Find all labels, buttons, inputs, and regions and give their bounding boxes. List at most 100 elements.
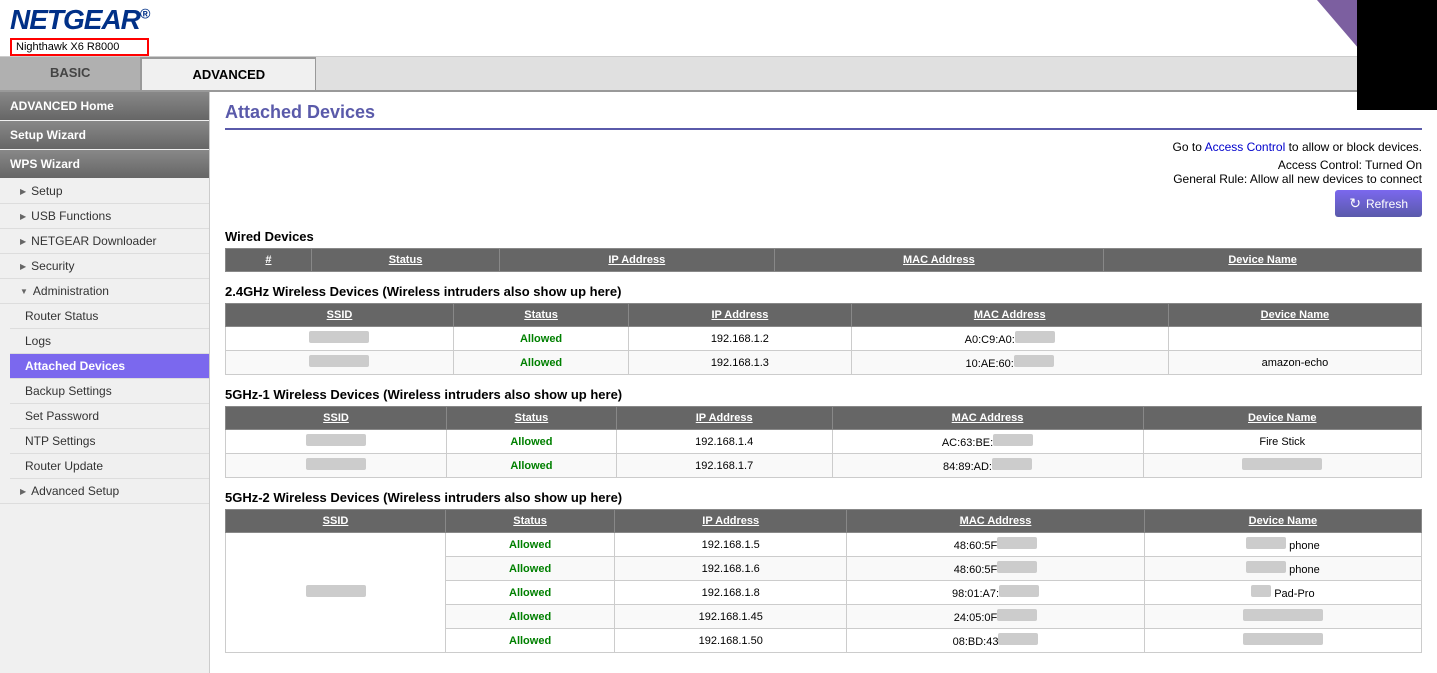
access-control-link[interactable]: Access Control [1205, 140, 1286, 154]
model-name: Nighthawk X6 R8000 [10, 38, 149, 56]
5ghz1-col-status[interactable]: Status [447, 407, 617, 430]
sidebar-item-logs[interactable]: Logs [10, 329, 209, 354]
wired-col-name[interactable]: Device Name [1104, 249, 1422, 272]
cell-name: amazon-echo [1168, 351, 1421, 375]
cell-name [1144, 629, 1421, 653]
sidebar-item-backup-settings[interactable]: Backup Settings [10, 379, 209, 404]
cell-ip: 192.168.1.7 [616, 454, 832, 478]
cell-status: Allowed [446, 581, 615, 605]
cell-status: Allowed [446, 557, 615, 581]
24ghz-col-mac[interactable]: MAC Address [851, 304, 1168, 327]
sidebar-item-router-update[interactable]: Router Update [10, 454, 209, 479]
5ghz2-table: SSID Status IP Address MAC Address Devic… [225, 509, 1422, 653]
sidebar-item-advanced-setup[interactable]: Advanced Setup [0, 479, 209, 504]
sidebar-item-netgear-downloader[interactable]: NETGEAR Downloader [0, 229, 209, 254]
cell-mac: 98:01:A7: [847, 581, 1144, 605]
5ghz1-col-mac[interactable]: MAC Address [832, 407, 1143, 430]
access-control-suffix: to allow or block devices. [1285, 140, 1422, 154]
cell-status: Allowed [446, 533, 615, 557]
5ghz2-title: 5GHz-2 Wireless Devices (Wireless intrud… [225, 490, 1422, 505]
main-layout: ADVANCED Home Setup Wizard WPS Wizard Se… [0, 92, 1437, 673]
24ghz-col-ip[interactable]: IP Address [629, 304, 851, 327]
cell-name: Pad-Pro [1144, 581, 1421, 605]
wired-col-mac[interactable]: MAC Address [774, 249, 1104, 272]
24ghz-table: SSID Status IP Address MAC Address Devic… [225, 303, 1422, 375]
sidebar-item-setup[interactable]: Setup [0, 179, 209, 204]
access-control-bar: Go to Access Control to allow or block d… [225, 140, 1422, 217]
sidebar-btn-setup-wizard[interactable]: Setup Wizard [0, 121, 209, 149]
cell-mac: AC:63:BE: [832, 430, 1143, 454]
wired-col-status[interactable]: Status [311, 249, 499, 272]
tab-basic[interactable]: BASIC [0, 57, 141, 90]
content-area: Attached Devices Go to Access Control to… [210, 92, 1437, 673]
page-title: Attached Devices [225, 102, 1422, 130]
cell-ip: 192.168.1.50 [615, 629, 847, 653]
cell-mac: 10:AE:60: [851, 351, 1168, 375]
cell-name [1144, 605, 1421, 629]
tabs: BASIC ADVANCED [0, 57, 1437, 92]
5ghz1-col-ip[interactable]: IP Address [616, 407, 832, 430]
cell-ssid [226, 454, 447, 478]
cell-mac: 48:60:5F [847, 557, 1144, 581]
cell-status: Allowed [453, 327, 628, 351]
5ghz1-col-ssid[interactable]: SSID [226, 407, 447, 430]
cell-ip: 192.168.1.4 [616, 430, 832, 454]
sidebar-item-set-password[interactable]: Set Password [10, 404, 209, 429]
wired-devices-table: # Status IP Address MAC Address Device N… [225, 248, 1422, 272]
table-row: Allowed 192.168.1.5 48:60:5F phone [226, 533, 1422, 557]
wired-col-ip[interactable]: IP Address [500, 249, 774, 272]
cell-ip: 192.168.1.6 [615, 557, 847, 581]
netgear-logo: NETGEAR® [10, 4, 149, 36]
cell-status: Allowed [447, 430, 617, 454]
cell-mac: 08:BD:43 [847, 629, 1144, 653]
status-line2: General Rule: Allow all new devices to c… [1173, 172, 1422, 186]
sidebar-item-attached-devices[interactable]: Attached Devices [10, 354, 209, 379]
cell-ip: 192.168.1.5 [615, 533, 847, 557]
logo-area: NETGEAR® Nighthawk X6 R8000 [10, 4, 149, 56]
cell-mac: 24:05:0F [847, 605, 1144, 629]
24ghz-col-name[interactable]: Device Name [1168, 304, 1421, 327]
table-row: Allowed 192.168.1.3 10:AE:60: amazon-ech… [226, 351, 1422, 375]
cell-ip: 192.168.1.8 [615, 581, 847, 605]
table-row: Allowed 192.168.1.2 A0:C9:A0: [226, 327, 1422, 351]
refresh-button[interactable]: Refresh [1335, 190, 1422, 217]
5ghz2-col-status[interactable]: Status [446, 510, 615, 533]
header: NETGEAR® Nighthawk X6 R8000 [0, 0, 1437, 57]
cell-status: Allowed [446, 629, 615, 653]
cell-ssid [226, 430, 447, 454]
5ghz2-col-ip[interactable]: IP Address [615, 510, 847, 533]
24ghz-title: 2.4GHz Wireless Devices (Wireless intrud… [225, 284, 1422, 299]
cell-status: Allowed [453, 351, 628, 375]
cell-name [1143, 454, 1421, 478]
cell-name: Fire Stick [1143, 430, 1421, 454]
table-row: Allowed 192.168.1.7 84:89:AD: [226, 454, 1422, 478]
table-row: Allowed 192.168.1.4 AC:63:BE: Fire Stick [226, 430, 1422, 454]
wired-devices-title: Wired Devices [225, 229, 1422, 244]
wired-col-num[interactable]: # [226, 249, 312, 272]
cell-status: Allowed [446, 605, 615, 629]
5ghz1-title: 5GHz-1 Wireless Devices (Wireless intrud… [225, 387, 1422, 402]
cell-ssid [226, 351, 454, 375]
sidebar-item-usb-functions[interactable]: USB Functions [0, 204, 209, 229]
cell-name: phone [1144, 533, 1421, 557]
cell-ip: 192.168.1.45 [615, 605, 847, 629]
5ghz2-col-ssid[interactable]: SSID [226, 510, 446, 533]
5ghz2-col-name[interactable]: Device Name [1144, 510, 1421, 533]
sidebar-item-ntp-settings[interactable]: NTP Settings [10, 429, 209, 454]
5ghz2-col-mac[interactable]: MAC Address [847, 510, 1144, 533]
5ghz1-table: SSID Status IP Address MAC Address Devic… [225, 406, 1422, 478]
24ghz-col-status[interactable]: Status [453, 304, 628, 327]
cell-name [1168, 327, 1421, 351]
sidebar: ADVANCED Home Setup Wizard WPS Wizard Se… [0, 92, 210, 673]
tab-advanced[interactable]: ADVANCED [141, 57, 316, 90]
sidebar-btn-advanced-home[interactable]: ADVANCED Home [0, 92, 209, 120]
cell-mac: A0:C9:A0: [851, 327, 1168, 351]
sidebar-item-security[interactable]: Security [0, 254, 209, 279]
5ghz1-col-name[interactable]: Device Name [1143, 407, 1421, 430]
sidebar-btn-wps-wizard[interactable]: WPS Wizard [0, 150, 209, 178]
sidebar-item-router-status[interactable]: Router Status [10, 304, 209, 329]
24ghz-col-ssid[interactable]: SSID [226, 304, 454, 327]
sidebar-item-administration[interactable]: Administration [0, 279, 209, 304]
black-box [1357, 0, 1437, 110]
cell-mac: 84:89:AD: [832, 454, 1143, 478]
